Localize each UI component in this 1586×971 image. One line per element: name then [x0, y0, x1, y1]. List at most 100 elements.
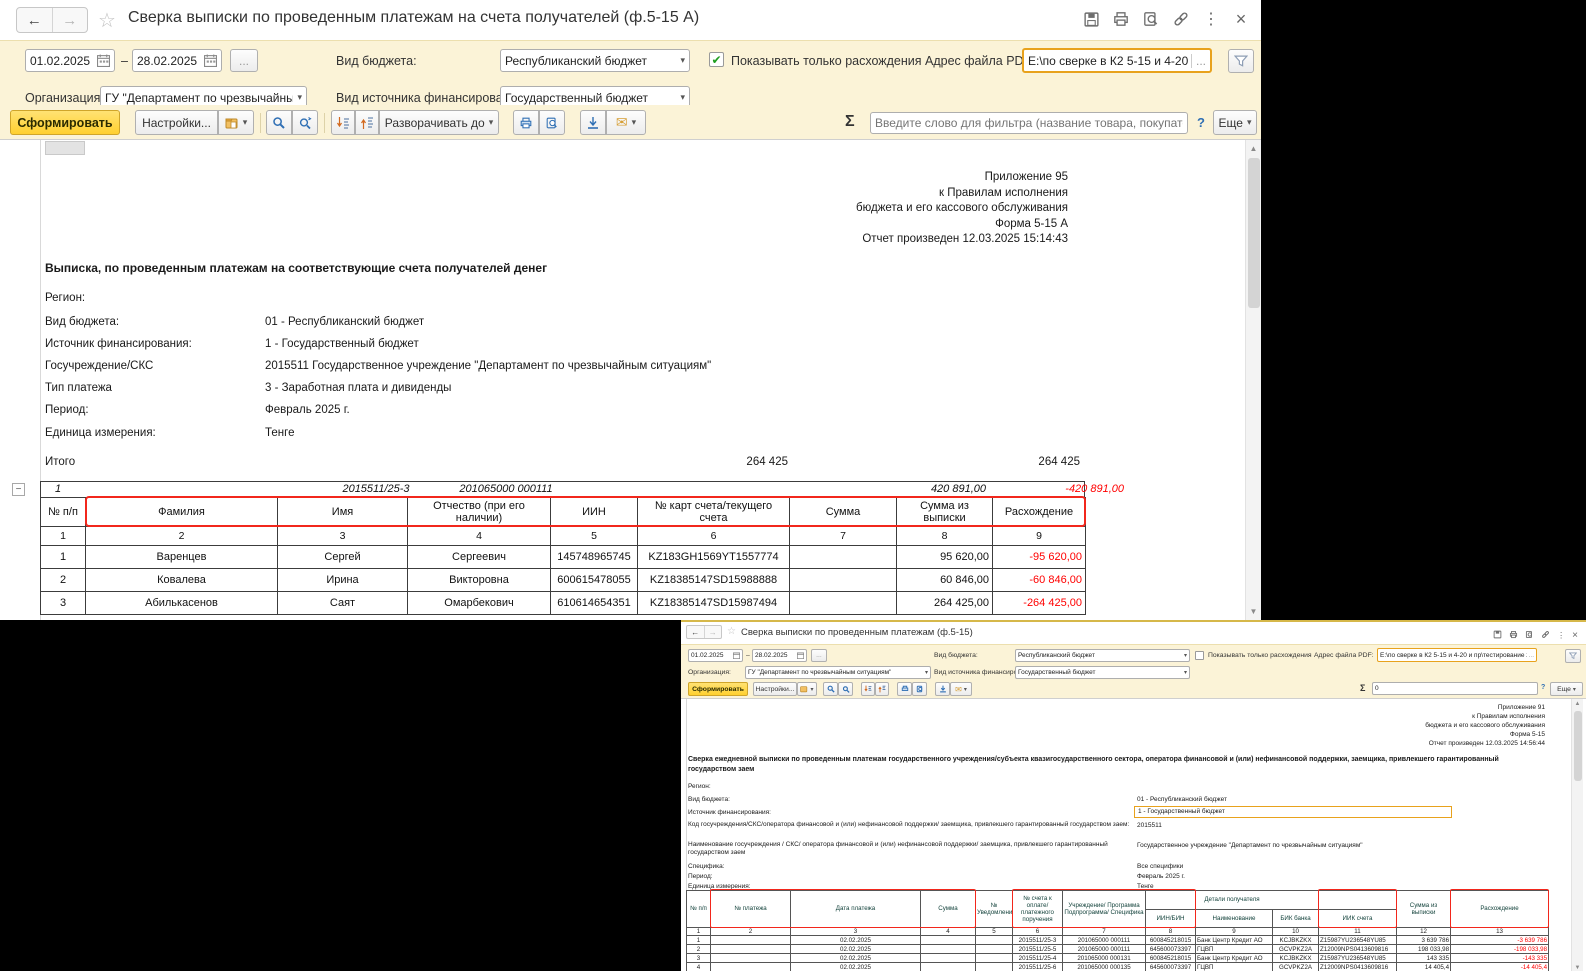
colnum-cell[interactable]: 9: [1196, 928, 1273, 936]
back-icon[interactable]: ←: [687, 626, 704, 638]
data-cell[interactable]: 02.02.2025: [791, 936, 921, 945]
colnum-cell[interactable]: 6: [638, 527, 790, 546]
data-cell[interactable]: 2: [41, 569, 86, 592]
data-cell[interactable]: Z15987YU236548YU85: [1319, 936, 1397, 945]
data-cell[interactable]: 60 846,00: [897, 569, 993, 592]
favorite-star-icon[interactable]: ☆: [98, 8, 116, 33]
header-cell[interactable]: Сумма из выписки: [1397, 891, 1451, 928]
colnum-cell[interactable]: 10: [1273, 928, 1319, 936]
data-cell[interactable]: KCJBKZKX: [1273, 936, 1319, 945]
generate-button[interactable]: Сформировать: [10, 110, 120, 135]
save-icon[interactable]: [1493, 626, 1502, 644]
date-from-field[interactable]: 01.02.2025: [688, 649, 743, 662]
data-cell[interactable]: [790, 546, 897, 569]
colnum-cell[interactable]: 7: [790, 527, 897, 546]
sum-sigma-icon[interactable]: Σ: [1360, 683, 1365, 693]
data-cell[interactable]: Сергей: [278, 546, 408, 569]
data-cell[interactable]: -14 405,4: [1451, 963, 1549, 971]
generate-button[interactable]: Сформировать: [688, 682, 748, 696]
data-cell[interactable]: -95 620,00: [993, 546, 1086, 569]
toolbar-print-button[interactable]: [897, 682, 912, 696]
colnum-cell[interactable]: 5: [976, 928, 1013, 936]
scroll-down-icon[interactable]: ▼: [1572, 965, 1583, 971]
header-cell[interactable]: [1319, 891, 1397, 910]
data-cell[interactable]: 3: [41, 592, 86, 615]
header-cell[interactable]: № карт счета/текущего счета: [638, 498, 790, 527]
scroll-down-icon[interactable]: ▼: [1246, 607, 1261, 616]
colnum-cell[interactable]: 12: [1397, 928, 1451, 936]
data-cell[interactable]: 3: [687, 954, 711, 963]
data-cell[interactable]: Омарбекович: [408, 592, 551, 615]
data-cell[interactable]: Ирина: [278, 569, 408, 592]
report-variants-button[interactable]: ▾: [797, 682, 817, 696]
more-menu-icon[interactable]: ⋮: [1201, 9, 1221, 29]
header-cell[interactable]: Отчество (при его наличии): [408, 498, 551, 527]
group-collapse-toggle[interactable]: −: [12, 483, 25, 496]
colnum-cell[interactable]: 3: [791, 928, 921, 936]
data-cell[interactable]: 2015511/25-5: [1013, 945, 1063, 954]
link-icon[interactable]: [1171, 9, 1191, 29]
data-cell[interactable]: 95 620,00: [897, 546, 993, 569]
budget-type-select[interactable]: Республиканский бюджет ▾: [500, 49, 690, 72]
settings-button[interactable]: Настройки...: [753, 682, 797, 696]
filter-settings-button[interactable]: [1228, 49, 1254, 73]
data-cell[interactable]: Банк Центр Кредит АО: [1196, 954, 1273, 963]
data-cell[interactable]: [790, 569, 897, 592]
data-cell[interactable]: -3 639 786: [1451, 936, 1549, 945]
data-cell[interactable]: GCVPKZ2A: [1273, 963, 1319, 971]
find-button[interactable]: [823, 682, 838, 696]
data-cell[interactable]: 14 405,4: [1397, 963, 1451, 971]
data-cell[interactable]: [790, 592, 897, 615]
data-cell[interactable]: 201065000 000111: [1063, 945, 1146, 954]
only-differences-checkbox[interactable]: ✔: [709, 52, 724, 67]
header-cell[interactable]: Сумма: [921, 891, 976, 928]
data-cell[interactable]: [921, 963, 976, 971]
period-more-button[interactable]: ...: [230, 49, 258, 72]
forward-icon[interactable]: →: [52, 8, 88, 32]
data-cell[interactable]: 3 639 786: [1397, 936, 1451, 945]
expand-groups-button[interactable]: [355, 110, 379, 135]
filter-settings-button[interactable]: [1565, 649, 1581, 663]
data-cell[interactable]: 201065000 000111: [1063, 936, 1146, 945]
header-cell[interactable]: Учреждение/ Программа Подпрограмма/ Спец…: [1063, 891, 1146, 928]
forward-icon[interactable]: →: [704, 626, 722, 638]
data-cell[interactable]: ГЦВП: [1196, 963, 1273, 971]
data-cell[interactable]: 2015511/25-6: [1013, 963, 1063, 971]
sum-sigma-icon[interactable]: Σ: [845, 113, 855, 131]
favorite-star-icon[interactable]: ☆: [727, 626, 736, 637]
data-cell[interactable]: -143 335: [1451, 954, 1549, 963]
header-group-cell[interactable]: Детали получателя: [1146, 891, 1319, 910]
send-mail-button[interactable]: ✉ ▾: [606, 110, 646, 135]
quick-filter-input[interactable]: [1372, 682, 1538, 695]
date-from-field[interactable]: 01.02.2025: [25, 49, 115, 72]
data-cell[interactable]: KZ183GH1569YT1557774: [638, 546, 790, 569]
data-cell[interactable]: Банк Центр Кредит АО: [1196, 936, 1273, 945]
link-icon[interactable]: [1541, 626, 1550, 644]
data-cell[interactable]: GCVPKZ2A: [1273, 945, 1319, 954]
header-cell[interactable]: № Уведомления: [976, 891, 1013, 928]
header-cell[interactable]: Расхождение: [1451, 891, 1549, 928]
data-cell[interactable]: 201065000 000131: [1063, 954, 1146, 963]
data-cell[interactable]: 02.02.2025: [791, 954, 921, 963]
data-cell[interactable]: Ковалева: [86, 569, 278, 592]
header-cell[interactable]: Фамилия: [86, 498, 278, 527]
colnum-cell[interactable]: 6: [1013, 928, 1063, 936]
header-cell[interactable]: Дата платежа: [791, 891, 921, 928]
data-cell[interactable]: Саят: [278, 592, 408, 615]
preview-icon[interactable]: [1141, 9, 1161, 29]
header-cell[interactable]: ИИН: [551, 498, 638, 527]
data-cell[interactable]: 600615478055: [551, 569, 638, 592]
preview-icon[interactable]: [1525, 626, 1534, 644]
data-cell[interactable]: [711, 963, 791, 971]
data-cell[interactable]: Z12009NPS0413609816: [1319, 963, 1397, 971]
colnum-cell[interactable]: 9: [993, 527, 1086, 546]
colnum-cell[interactable]: 8: [1146, 928, 1196, 936]
data-cell[interactable]: Z12009NPS0413609816: [1319, 945, 1397, 954]
data-cell[interactable]: 264 425,00: [897, 592, 993, 615]
collapse-groups-button[interactable]: [331, 110, 355, 135]
header-cell[interactable]: Наименование: [1196, 910, 1273, 928]
header-cell[interactable]: Сумма: [790, 498, 897, 527]
date-to-field[interactable]: 28.02.2025: [752, 649, 807, 662]
data-cell[interactable]: 2: [687, 945, 711, 954]
data-cell[interactable]: 02.02.2025: [791, 945, 921, 954]
